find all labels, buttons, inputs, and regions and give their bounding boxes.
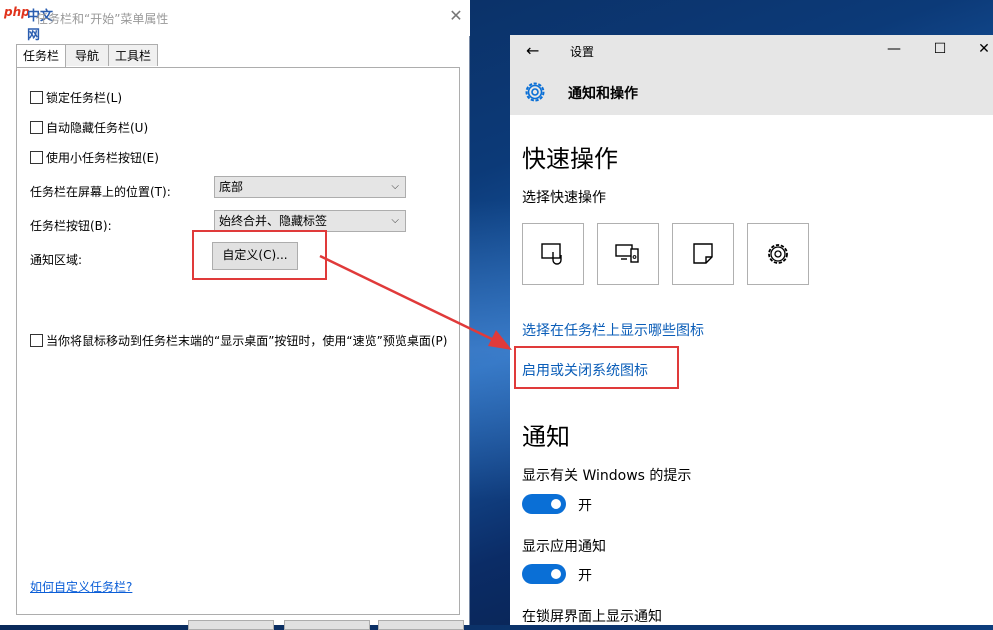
tablet-mode-icon [541, 243, 562, 265]
position-select[interactable]: 底部 ⌵ [214, 176, 406, 198]
tab-taskbar[interactable]: 任务栏 [16, 44, 66, 68]
note-icon [693, 243, 713, 264]
notifications-heading: 通知 [522, 423, 570, 451]
dialog-title: 任务栏和“开始”菜单属性 [36, 12, 169, 26]
highlight-box-system-icons [514, 346, 679, 389]
tab-navigation[interactable]: 导航 [65, 44, 109, 66]
quick-action-note[interactable] [672, 223, 734, 285]
windows-tips-toggle-state: 开 [578, 498, 592, 514]
app-notifications-toggle-state: 开 [578, 568, 592, 584]
position-label: 任务栏在屏幕上的位置(T): [30, 185, 171, 199]
windows-tips-toggle[interactable] [522, 494, 566, 514]
notification-area-label: 通知区域: [30, 253, 83, 267]
windows-tips-label: 显示有关 Windows 的提示 [522, 468, 692, 484]
lockscreen-notifications-label: 在锁屏界面上显示通知 [522, 609, 662, 625]
app-notifications-toggle[interactable] [522, 564, 566, 584]
taskbar-icons-link[interactable]: 选择在任务栏上显示哪些图标 [522, 320, 704, 340]
taskbar-properties-dialog: php 中文网 任务栏和“开始”菜单属性 ✕ 任务栏 导航 工具栏 锁定任务栏(… [0, 0, 470, 630]
apply-button[interactable] [378, 620, 464, 630]
taskbar-buttons-label: 任务栏按钮(B): [30, 219, 112, 233]
quick-action-connect[interactable] [597, 223, 659, 285]
connect-icon [615, 244, 639, 263]
taskbar-buttons-select[interactable]: 始终合并、隐藏标签 ⌵ [214, 210, 406, 232]
close-icon[interactable]: ✕ [446, 6, 466, 26]
page-title: 通知和操作 [568, 86, 638, 102]
choose-quick-actions-label: 选择快速操作 [522, 190, 606, 206]
quick-action-settings[interactable] [747, 223, 809, 285]
dialog-title-bar: php 中文网 任务栏和“开始”菜单属性 ✕ [0, 0, 470, 43]
minimize-icon[interactable]: — [884, 41, 904, 57]
ok-button[interactable] [188, 620, 274, 630]
quick-actions-heading: 快速操作 [522, 145, 618, 173]
chevron-down-icon: ⌵ [391, 215, 399, 226]
help-link[interactable]: 如何自定义任务栏? [30, 578, 132, 595]
gear-icon [525, 82, 545, 102]
back-arrow-icon[interactable]: ← [526, 41, 539, 60]
app-notifications-label: 显示应用通知 [522, 539, 606, 555]
settings-window: ← 设置 — ☐ ✕ 通知和操作 快速操作 选择快速操作 选择在任务栏上显示哪些… [510, 35, 993, 625]
maximize-icon[interactable]: ☐ [930, 41, 950, 57]
settings-header: ← 设置 — ☐ ✕ 通知和操作 [510, 35, 993, 115]
chevron-down-icon: ⌵ [391, 181, 399, 192]
tab-toolbars[interactable]: 工具栏 [108, 44, 158, 66]
cancel-button[interactable] [284, 620, 370, 630]
settings-window-title: 设置 [570, 45, 595, 59]
quick-action-tablet-mode[interactable] [522, 223, 584, 285]
highlight-box-customize [192, 230, 327, 280]
settings-gear-icon [768, 244, 788, 264]
close-icon[interactable]: ✕ [974, 41, 993, 57]
